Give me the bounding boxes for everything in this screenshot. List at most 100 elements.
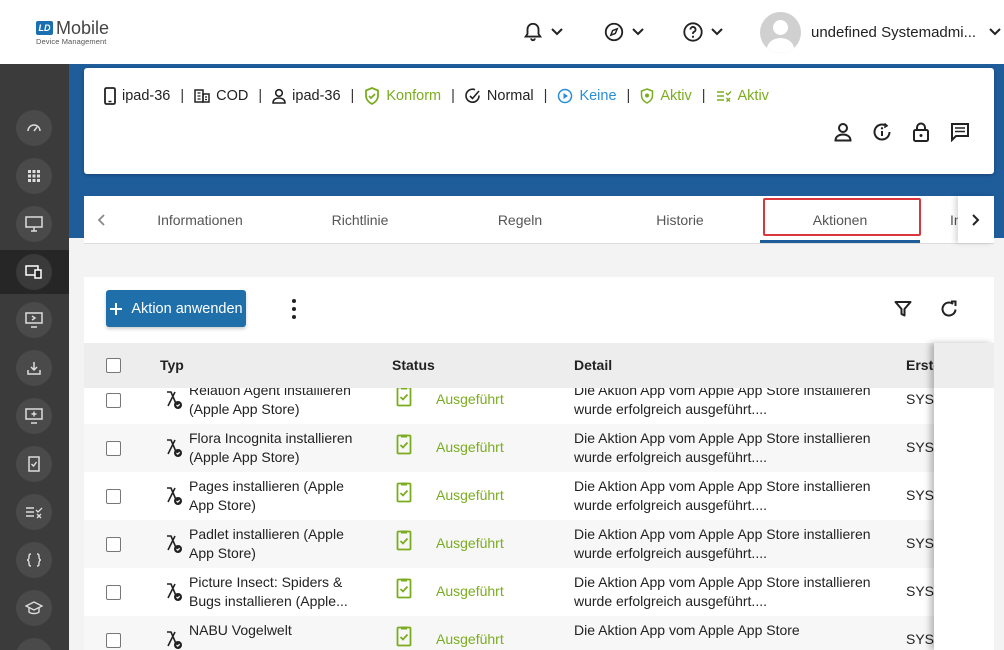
tab-informationen[interactable]: Informationen [120,196,280,243]
message-icon [951,123,969,143]
row-checkbox[interactable] [106,633,121,648]
remote-screen-icon [25,312,43,328]
checklist-icon [28,456,40,472]
logo-text: Mobile [56,18,110,38]
help-icon [683,22,703,42]
sidebar-item-more[interactable] [16,638,52,650]
tab-scroll-right[interactable] [958,196,994,243]
app-install-icon [164,437,184,462]
row-status: Ausgeführt [436,439,504,455]
sidebar-item-education[interactable] [16,590,52,626]
dashboard-icon [27,124,41,132]
chevron-down-icon [632,28,644,36]
row-status: Ausgeführt [436,391,504,407]
chevron-left-icon [97,213,105,226]
sidebar-item-device-monitor[interactable] [16,206,52,242]
row-detail: Die Aktion App vom Apple App Store [574,622,800,638]
device-actions [834,122,970,147]
send-message-button[interactable] [950,122,970,147]
table-row[interactable]: Flora Incognita installieren (Apple App … [84,424,994,472]
actions-panel: Aktion anwenden Typ Status Detail Erste … [84,277,994,650]
chevron-down-icon [989,28,1001,36]
building-icon [194,89,210,103]
apply-action-button[interactable]: Aktion anwenden [106,290,246,327]
filter-button[interactable] [894,300,912,323]
play-circle-icon [557,88,573,104]
tab-bar: Informationen Richtlinie Regeln Historie… [84,196,994,244]
row-checkbox[interactable] [106,489,121,504]
column-header-status[interactable]: Status [392,357,435,373]
device-info-button[interactable] [872,122,892,147]
column-header-typ[interactable]: Typ [160,357,184,373]
help-menu[interactable] [682,20,724,44]
device-organization: COD [216,88,249,104]
plus-icon [110,302,123,315]
sidebar-item-compliance[interactable] [16,494,52,530]
user-icon [834,123,852,142]
explore-menu[interactable] [603,20,645,44]
table-row[interactable]: Relation Agent installieren (Apple App S… [84,388,994,424]
sidebar-item-download[interactable] [16,350,52,386]
lock-device-button[interactable] [912,122,930,147]
assign-user-button[interactable] [834,122,852,147]
info-refresh-icon [873,122,891,141]
table-row[interactable]: NABU Vogelwelt Ausgeführt Die Aktion App… [84,616,994,650]
row-detail: Die Aktion App vom Apple App Store insta… [574,430,871,465]
row-status: Ausgeführt [436,487,504,503]
active-tab-highlight [763,198,921,236]
app-logo[interactable]: LD Mobile Device Management [36,18,110,46]
refresh-button[interactable] [940,300,958,323]
sidebar-item-devices[interactable] [16,254,52,290]
device-mode: Keine [579,88,617,104]
row-checkbox[interactable] [106,393,121,408]
device-summary-card: ipad-36 | COD | ipad-36 | Konform | Norm… [84,68,994,174]
row-checkbox[interactable] [106,441,121,456]
policy-checklist-icon [716,89,732,103]
apps-grid-icon [28,170,40,182]
tab-historie[interactable]: Historie [600,196,760,243]
devices-icon [25,265,42,279]
row-typ: Flora Incognita installieren (Apple App … [189,430,353,465]
select-all-checkbox[interactable] [106,358,121,373]
policy-status: Aktiv [737,88,769,104]
sidebar-item-checklist[interactable] [16,446,52,482]
device-name: ipad-36 [122,88,171,104]
row-status: Ausgeführt [436,583,504,599]
app-install-icon [164,533,184,558]
shield-icon [640,88,654,104]
check-circle-icon [465,88,481,104]
user-menu[interactable]: undefined Systemadmi... [760,11,1002,53]
user-icon [272,88,286,104]
protection-status: Aktiv [660,88,692,104]
notifications-menu[interactable] [522,20,564,44]
device-state: Normal [486,88,534,104]
compliance-status: Konform [386,88,442,104]
app-install-icon [164,485,184,510]
column-header-detail[interactable]: Detail [574,357,612,373]
status-done-icon [396,625,412,650]
table-row[interactable]: Pages installieren (Apple App Store) Aus… [84,472,994,520]
sidebar-item-monitor-add[interactable] [16,398,52,434]
shield-check-icon [364,87,380,105]
sidebar-item-scripts[interactable] [16,542,52,578]
download-icon [27,362,41,375]
code-braces-icon [26,553,42,567]
row-checkbox[interactable] [106,537,121,552]
table-row[interactable]: Picture Insect: Spiders & Bugs installie… [84,568,994,616]
tab-overflow[interactable]: In [920,196,960,243]
tab-regeln[interactable]: Regeln [440,196,600,243]
row-detail: Die Aktion App vom Apple App Store insta… [574,574,871,609]
more-options-button[interactable] [287,299,301,319]
table-row[interactable]: Padlet installieren (Apple App Store) Au… [84,520,994,568]
active-tab-underline [760,240,920,243]
row-typ: Relation Agent installieren (Apple App S… [189,388,351,417]
sidebar-item-apps[interactable] [16,158,52,194]
tab-richtlinie[interactable]: Richtlinie [280,196,440,243]
sidebar-item-dashboard[interactable] [16,110,52,146]
device-monitor-icon [25,216,43,232]
device-info-row: ipad-36 | COD | ipad-36 | Konform | Norm… [104,86,769,106]
chevron-down-icon [551,28,563,36]
tab-scroll-left[interactable] [86,196,116,243]
row-checkbox[interactable] [106,585,121,600]
sidebar-item-remote[interactable] [16,302,52,338]
